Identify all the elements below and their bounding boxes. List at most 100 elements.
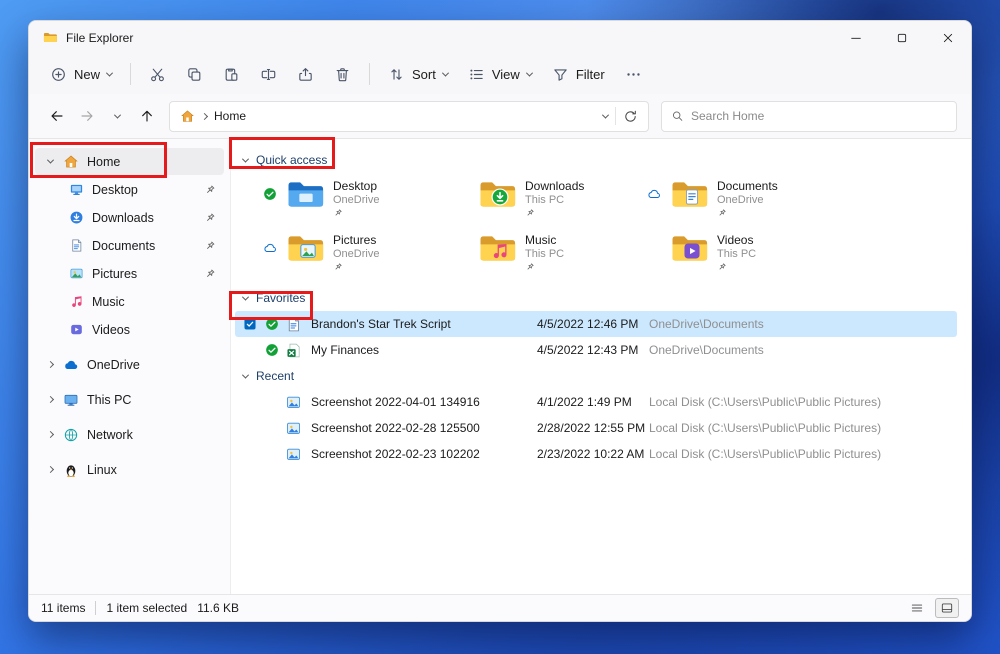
recent-locations-button[interactable] (103, 102, 131, 130)
file-row[interactable]: Screenshot 2022-04-01 134916 4/1/2022 1:… (235, 389, 957, 415)
search-input[interactable] (691, 109, 947, 123)
section-header-quick-access[interactable]: Quick access (235, 147, 957, 173)
sidebar-item-pictures[interactable]: Pictures (35, 260, 224, 287)
scissors-icon (149, 66, 166, 83)
sidebar-item-network[interactable]: Network (35, 421, 224, 448)
quick-access-tile-pictures[interactable]: Pictures OneDrive (259, 229, 451, 275)
filter-funnel-icon (552, 66, 569, 83)
cloud-status-icon (263, 232, 279, 272)
desktop-folder-icon (286, 178, 326, 211)
chevron-right-icon[interactable] (46, 431, 53, 438)
cloud-status-icon (647, 178, 663, 218)
sidebar-item-onedrive[interactable]: OneDrive (35, 351, 224, 378)
quick-access-tile-documents[interactable]: Documents OneDrive (643, 175, 835, 221)
document-icon (69, 238, 84, 253)
sidebar-item-documents[interactable]: Documents (35, 232, 224, 259)
rename-button[interactable] (251, 61, 286, 88)
file-name: Brandon's Star Trek Script (311, 317, 537, 331)
toolbar-divider (369, 63, 370, 85)
sort-button[interactable]: Sort (379, 61, 457, 88)
pin-icon (204, 184, 216, 196)
documents-folder-icon (670, 178, 710, 211)
address-dropdown-chevron-icon[interactable] (602, 111, 609, 118)
section-header-favorites[interactable]: Favorites (235, 285, 957, 311)
chevron-right-icon[interactable] (46, 466, 53, 473)
pin-icon (204, 212, 216, 224)
back-button[interactable] (43, 102, 71, 130)
sidebar-item-this-pc[interactable]: This PC (35, 386, 224, 413)
file-row[interactable]: Screenshot 2022-02-28 125500 2/28/2022 1… (235, 415, 957, 441)
file-name: My Finances (311, 343, 537, 357)
sidebar-item-linux[interactable]: Linux (35, 456, 224, 483)
quick-access-tile-music[interactable]: Music This PC (451, 229, 643, 275)
minimize-button[interactable] (833, 21, 879, 54)
sidebar-item-downloads[interactable]: Downloads (35, 204, 224, 231)
tile-location: OneDrive (333, 248, 379, 260)
breadcrumb-home[interactable]: Home (214, 109, 246, 123)
large-thumbnails-view-button[interactable] (935, 598, 959, 618)
sidebar-item-label: Downloads (92, 211, 154, 225)
quick-access-tile-desktop[interactable]: Desktop OneDrive (259, 175, 451, 221)
new-button[interactable]: New (41, 61, 121, 88)
image-file-icon (285, 420, 311, 437)
address-bar[interactable]: Home (169, 101, 649, 132)
excel-file-icon (285, 342, 311, 359)
tile-name: Videos (717, 233, 756, 247)
tile-name: Documents (717, 179, 778, 193)
file-date: 2/23/2022 10:22 AM (537, 447, 649, 461)
search-box[interactable] (661, 101, 957, 132)
quick-access-tile-downloads[interactable]: Downloads This PC (451, 175, 643, 221)
file-row[interactable]: My Finances 4/5/2022 12:43 PM OneDrive\D… (235, 337, 957, 363)
pin-icon (525, 208, 584, 218)
paste-button[interactable] (214, 61, 249, 88)
filter-button[interactable]: Filter (543, 61, 614, 88)
downloads-folder-icon (478, 178, 518, 211)
file-date: 2/28/2022 12:55 PM (537, 421, 649, 435)
file-location: Local Disk (C:\Users\Public\Public Pictu… (649, 447, 957, 461)
share-button[interactable] (288, 61, 323, 88)
tile-location: OneDrive (333, 194, 379, 206)
new-label: New (74, 67, 100, 82)
minimize-icon (848, 30, 864, 46)
copy-icon (186, 66, 203, 83)
chevron-right-icon[interactable] (46, 396, 53, 403)
main-content: Quick access Desktop OneDrive (231, 139, 971, 594)
quick-access-tile-videos[interactable]: Videos This PC (643, 229, 835, 275)
navigation-pane: Home Desktop Downloads Documents (29, 139, 231, 594)
sidebar-item-desktop[interactable]: Desktop (35, 176, 224, 203)
sidebar-item-music[interactable]: Music (35, 288, 224, 315)
view-button[interactable]: View (459, 61, 541, 88)
title-bar[interactable]: File Explorer (29, 21, 971, 54)
sidebar-item-label: This PC (87, 393, 131, 407)
music-folder-icon (478, 232, 518, 265)
tile-location: This PC (525, 248, 564, 260)
details-view-button[interactable] (905, 598, 929, 618)
file-row[interactable]: Screenshot 2022-02-23 102202 2/23/2022 1… (235, 441, 957, 467)
section-header-recent[interactable]: Recent (235, 363, 957, 389)
refresh-icon[interactable] (623, 109, 638, 124)
close-button[interactable] (925, 21, 971, 54)
selection-summary: 1 item selected (106, 601, 187, 615)
search-icon (671, 109, 684, 123)
chevron-right-icon[interactable] (46, 361, 53, 368)
file-location: Local Disk (C:\Users\Public\Public Pictu… (649, 395, 957, 409)
maximize-button[interactable] (879, 21, 925, 54)
forward-button[interactable] (73, 102, 101, 130)
file-row[interactable]: Brandon's Star Trek Script 4/5/2022 12:4… (235, 311, 957, 337)
cut-button[interactable] (140, 61, 175, 88)
home-icon (180, 109, 195, 124)
delete-button[interactable] (325, 61, 360, 88)
command-bar: New Sort View Filter (29, 54, 971, 94)
chevron-down-icon (106, 69, 113, 76)
pictures-folder-icon (286, 232, 326, 265)
sidebar-item-videos[interactable]: Videos (35, 316, 224, 343)
see-more-button[interactable] (616, 61, 651, 88)
up-button[interactable] (133, 102, 161, 130)
copy-button[interactable] (177, 61, 212, 88)
paste-icon (223, 66, 240, 83)
view-label: View (492, 67, 520, 82)
annotation-box-home (30, 142, 167, 178)
annotation-box-quick-access (229, 137, 335, 169)
sidebar-item-label: Music (92, 295, 125, 309)
sidebar-item-label: Linux (87, 463, 117, 477)
